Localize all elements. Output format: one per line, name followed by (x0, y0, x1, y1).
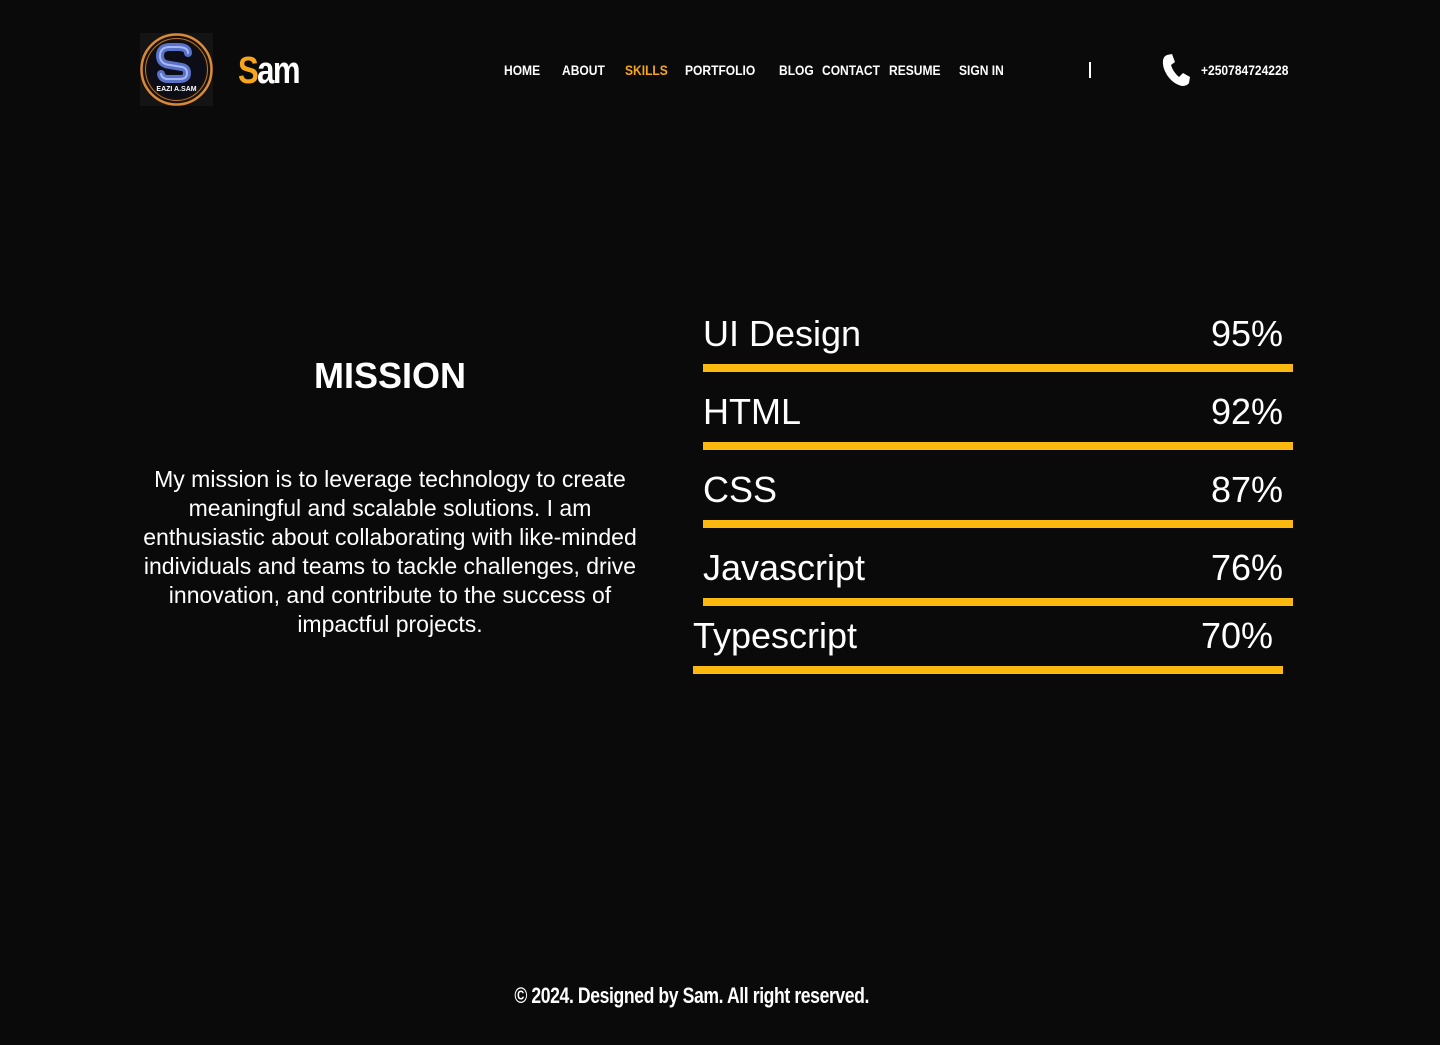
skill-bar-fill (703, 520, 1293, 528)
skill-percent: 70% (1200, 615, 1273, 656)
nav-item-portfolio[interactable]: PORTFOLIO (685, 60, 755, 80)
skill-bar-fill (703, 598, 1293, 606)
skill-row-javascript: Javascript 76% (703, 546, 1293, 616)
nav-divider (1089, 62, 1091, 78)
nav-item-skills[interactable]: SKILLS (625, 60, 668, 80)
mission-text: My mission is to leverage technology to … (143, 466, 637, 637)
skill-bar-fill (693, 666, 1283, 674)
nav-item-home[interactable]: HOME (504, 60, 540, 80)
skill-bar (693, 666, 1283, 674)
skill-row-typescript: Typescript 70% (693, 614, 1283, 684)
footer: © 2024. Designed by Sam. All right reser… (0, 980, 1384, 1012)
skill-percent: 76% (1210, 547, 1283, 588)
mission-title: MISSION (313, 355, 466, 396)
brand-name[interactable]: Sam (238, 47, 301, 95)
skill-name: Typescript (693, 615, 858, 656)
skill-bar-fill (703, 442, 1293, 450)
brand-logo-icon[interactable]: EAZI A.SAM (140, 33, 213, 106)
footer-copyright: © 2024. Designed by Sam. All right reser… (514, 983, 870, 1008)
skill-bar (703, 598, 1293, 606)
skill-row-html: HTML 92% (703, 390, 1293, 460)
skill-bar (703, 520, 1293, 528)
phone-number[interactable]: +250784724228 (1201, 60, 1288, 80)
skill-percent: 95% (1210, 313, 1283, 354)
skill-name: CSS (703, 469, 778, 510)
skill-bar-fill (703, 364, 1293, 372)
brand-first-letter: S (238, 50, 259, 92)
skill-percent: 92% (1210, 391, 1283, 432)
skill-name: Javascript (703, 547, 866, 588)
nav-item-resume[interactable]: RESUME (889, 60, 941, 80)
skill-row-ui-design: UI Design 95% (703, 312, 1293, 382)
skill-name: HTML (703, 391, 801, 432)
skill-row-css: CSS 87% (703, 468, 1293, 538)
nav-item-about[interactable]: ABOUT (562, 60, 605, 80)
brand-rest: am (257, 50, 300, 92)
skill-percent: 87% (1210, 469, 1283, 510)
nav-item-blog[interactable]: BLOG (779, 60, 814, 80)
phone-icon[interactable] (1161, 53, 1191, 92)
skill-name: UI Design (703, 313, 862, 354)
skill-bar (703, 442, 1293, 450)
nav-item-contact[interactable]: CONTACT (822, 60, 880, 80)
nav-item-sign-in[interactable]: SIGN IN (959, 60, 1004, 80)
page: EAZI A.SAM Sam HOME ABOUT SKILLS PORTFOL… (0, 0, 1440, 1045)
logo-caption: EAZI A.SAM (156, 86, 196, 93)
skill-bar (703, 364, 1293, 372)
